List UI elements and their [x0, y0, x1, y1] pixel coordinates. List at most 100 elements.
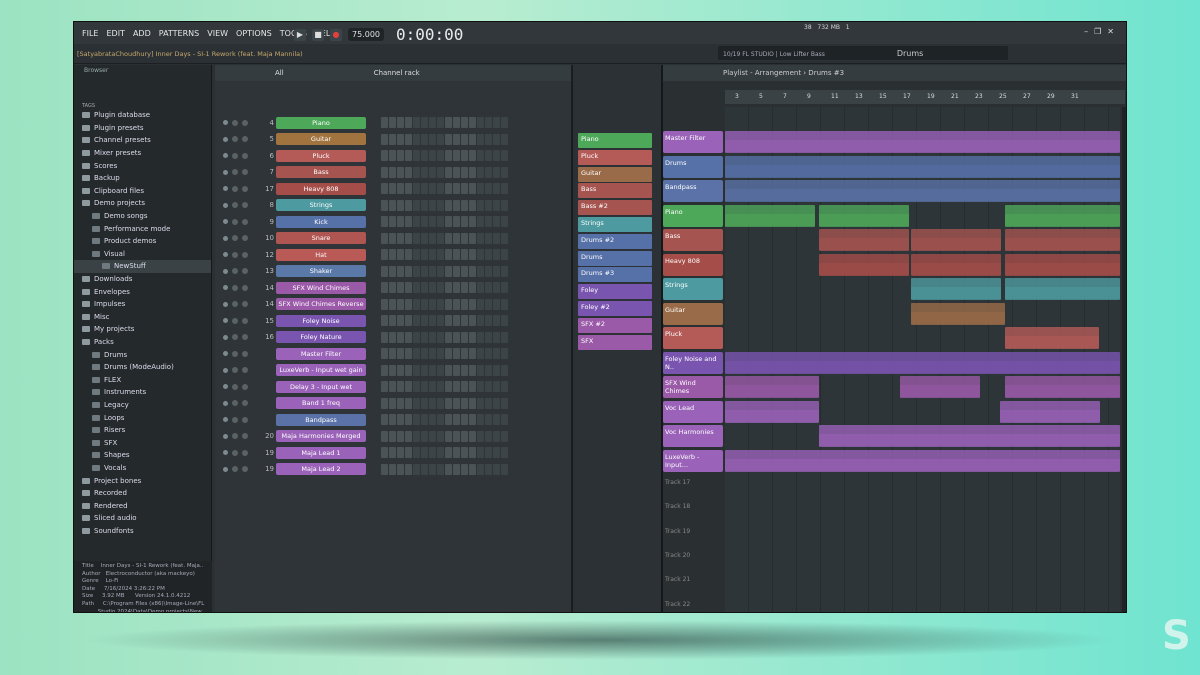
step-button[interactable] — [437, 265, 444, 277]
step-button[interactable] — [413, 249, 420, 260]
step-button[interactable] — [453, 430, 460, 442]
step-button[interactable] — [461, 282, 468, 293]
step-button[interactable] — [405, 133, 412, 145]
step-button[interactable] — [501, 282, 508, 293]
step-button[interactable] — [437, 315, 444, 326]
pattern-item[interactable]: Pluck — [578, 149, 652, 165]
step-button[interactable] — [453, 315, 460, 326]
step-button[interactable] — [445, 430, 452, 442]
step-button[interactable] — [501, 315, 508, 326]
play-button[interactable]: ▶ — [294, 28, 306, 41]
step-button[interactable] — [397, 166, 404, 178]
step-button[interactable] — [397, 331, 404, 343]
step-button[interactable] — [405, 183, 412, 194]
step-sequencer[interactable] — [381, 216, 508, 227]
step-sequencer[interactable] — [381, 463, 508, 475]
empty-track-label[interactable]: Track 20 — [665, 552, 690, 559]
mute-led[interactable] — [223, 384, 228, 389]
step-button[interactable] — [485, 331, 492, 343]
step-button[interactable] — [405, 315, 412, 326]
step-button[interactable] — [469, 331, 476, 343]
step-button[interactable] — [477, 348, 484, 359]
step-button[interactable] — [437, 430, 444, 442]
mixer-track-number[interactable]: 19 — [256, 449, 274, 457]
step-button[interactable] — [461, 364, 468, 376]
channel-row[interactable]: Bandpass — [215, 412, 573, 427]
step-button[interactable] — [413, 298, 420, 310]
step-button[interactable] — [405, 150, 412, 161]
mixer-track-number[interactable]: 4 — [256, 119, 274, 127]
track-header[interactable]: Pluck — [663, 327, 723, 349]
pan-knob[interactable] — [232, 251, 238, 258]
step-button[interactable] — [413, 447, 420, 458]
mixer-track-number[interactable]: 15 — [256, 317, 274, 325]
track-header[interactable]: LuxeVerb - Input... — [663, 449, 723, 472]
step-button[interactable] — [421, 265, 428, 277]
browser-item[interactable]: Risers — [74, 424, 211, 437]
step-button[interactable] — [381, 150, 388, 161]
playlist-clip[interactable] — [1005, 278, 1120, 300]
step-button[interactable] — [477, 199, 484, 211]
mute-led[interactable] — [223, 351, 228, 356]
step-button[interactable] — [437, 150, 444, 161]
step-button[interactable] — [381, 265, 388, 277]
step-button[interactable] — [453, 463, 460, 475]
step-button[interactable] — [469, 265, 476, 277]
step-button[interactable] — [461, 199, 468, 211]
step-button[interactable] — [437, 463, 444, 475]
step-button[interactable] — [389, 133, 396, 145]
step-sequencer[interactable] — [381, 282, 508, 293]
step-button[interactable] — [381, 183, 388, 194]
step-button[interactable] — [485, 364, 492, 376]
step-button[interactable] — [429, 216, 436, 227]
step-button[interactable] — [493, 298, 500, 310]
step-button[interactable] — [453, 183, 460, 194]
pattern-item[interactable]: Strings — [578, 217, 652, 232]
step-button[interactable] — [445, 117, 452, 128]
step-button[interactable] — [381, 331, 388, 343]
timeline-ruler[interactable]: 3 5 7 9 11 13 15 17 19 21 23 25 27 29 31 — [725, 90, 1125, 104]
step-button[interactable] — [429, 117, 436, 128]
step-button[interactable] — [453, 199, 460, 211]
pan-knob[interactable] — [232, 317, 238, 324]
mute-led[interactable] — [223, 120, 228, 125]
step-button[interactable] — [461, 397, 468, 409]
step-button[interactable] — [453, 348, 460, 359]
pan-knob[interactable] — [232, 400, 238, 406]
mute-led[interactable] — [223, 169, 228, 175]
step-button[interactable] — [429, 265, 436, 277]
menu-item-file[interactable]: FILE — [82, 29, 98, 38]
step-button[interactable] — [469, 348, 476, 359]
pan-knob[interactable] — [232, 383, 238, 390]
channel-name-button[interactable]: Heavy 808 — [276, 182, 366, 195]
step-button[interactable] — [397, 117, 404, 128]
step-sequencer[interactable] — [381, 150, 508, 161]
step-button[interactable] — [405, 331, 412, 343]
step-button[interactable] — [421, 315, 428, 326]
step-button[interactable] — [453, 298, 460, 310]
step-button[interactable] — [469, 232, 476, 244]
channel-name-button[interactable]: Shaker — [276, 265, 366, 277]
playlist-clip[interactable] — [1005, 253, 1120, 276]
step-button[interactable] — [437, 232, 444, 244]
step-button[interactable] — [445, 150, 452, 161]
track-header[interactable]: Guitar — [663, 302, 723, 325]
step-sequencer[interactable] — [381, 199, 508, 211]
step-button[interactable] — [461, 315, 468, 326]
step-button[interactable] — [501, 364, 508, 376]
step-button[interactable] — [389, 298, 396, 310]
pan-knob[interactable] — [232, 169, 238, 175]
playlist-clip[interactable] — [1000, 400, 1100, 423]
playlist-clip[interactable] — [725, 155, 1120, 178]
step-button[interactable] — [445, 348, 452, 359]
step-button[interactable] — [429, 282, 436, 293]
pan-knob[interactable] — [232, 119, 238, 126]
step-button[interactable] — [413, 381, 420, 392]
step-button[interactable] — [429, 133, 436, 145]
channel-row[interactable]: Delay 3 - Input wet — [215, 379, 573, 394]
pattern-item[interactable]: SFX — [578, 334, 652, 350]
step-button[interactable] — [389, 249, 396, 260]
channel-name-button[interactable]: SFX Wind Chimes Reverse — [276, 298, 366, 310]
step-button[interactable] — [413, 166, 420, 178]
browser-item[interactable]: Product demos — [74, 235, 211, 248]
